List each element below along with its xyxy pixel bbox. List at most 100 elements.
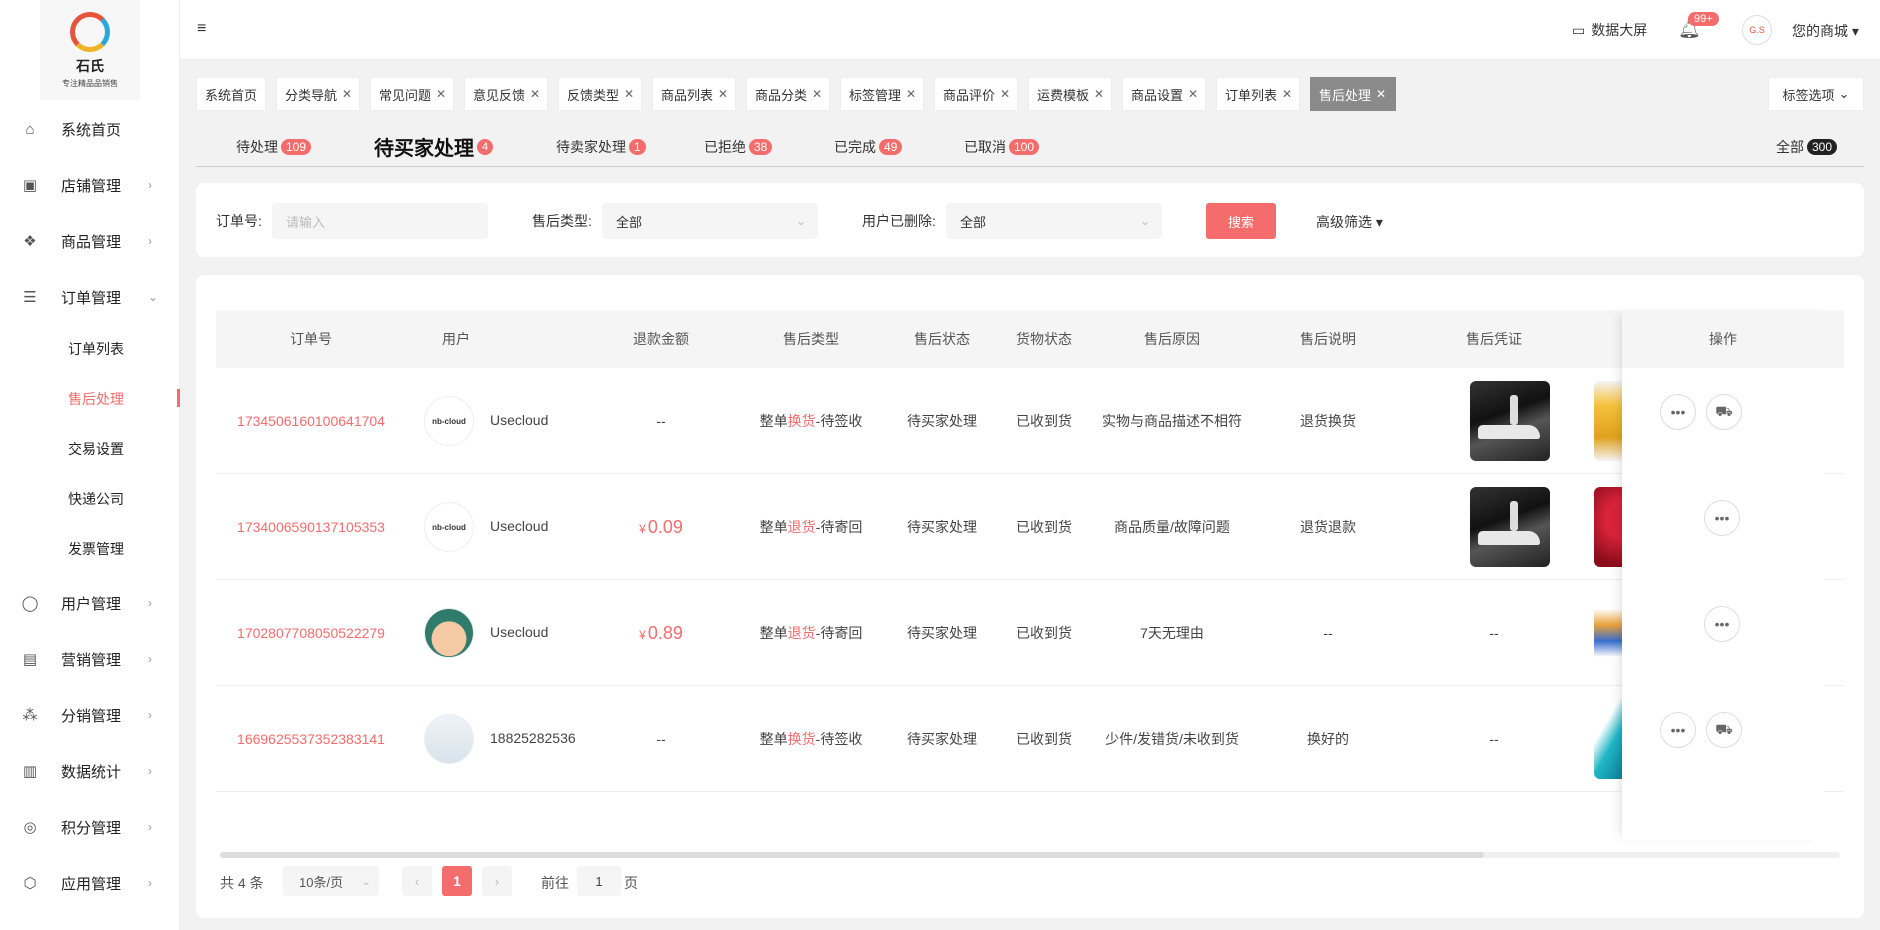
sidebar-subitem-trade-settings[interactable]: 交易设置 bbox=[0, 431, 180, 467]
tab-count-badge: 38 bbox=[749, 139, 773, 155]
sidebar-subitem-courier[interactable]: 快递公司 bbox=[0, 481, 180, 517]
close-icon[interactable]: ✕ bbox=[1376, 87, 1386, 101]
sidebar-item-label: 用户管理 bbox=[61, 595, 122, 613]
close-icon[interactable]: ✕ bbox=[1000, 87, 1010, 101]
tag-faq[interactable]: 常见问题 ✕ bbox=[370, 77, 454, 111]
close-icon[interactable]: ✕ bbox=[1188, 87, 1198, 101]
tab-waiting-seller[interactable]: 待卖家处理 1 bbox=[556, 137, 646, 157]
tag-freight-template[interactable]: 运费模板 ✕ bbox=[1028, 77, 1112, 111]
sidebar-item-marketing[interactable]: ▤ 营销管理 › bbox=[0, 639, 180, 679]
refund-amount: -- bbox=[656, 731, 666, 747]
tag-feedback[interactable]: 意见反馈 ✕ bbox=[464, 77, 548, 111]
sidebar-subitem-after-sales[interactable]: 售后处理 bbox=[0, 381, 180, 417]
user-name: Usecloud bbox=[490, 518, 549, 534]
tag-goods-list[interactable]: 商品列表 ✕ bbox=[652, 77, 736, 111]
avatar: nb-cloud bbox=[424, 396, 474, 446]
tag-order-list[interactable]: 订单列表 ✕ bbox=[1216, 77, 1300, 111]
refund-amount-value: 0.89 bbox=[647, 622, 683, 643]
tab-completed[interactable]: 已完成 49 bbox=[834, 137, 903, 157]
close-icon[interactable]: ✕ bbox=[1094, 87, 1104, 101]
tag-options-dropdown[interactable]: 标签选项 ⌄ bbox=[1768, 77, 1864, 111]
close-icon[interactable]: ✕ bbox=[530, 87, 540, 101]
tab-rejected[interactable]: 已拒绝 38 bbox=[704, 137, 773, 157]
evidence-image[interactable] bbox=[1470, 381, 1550, 461]
goods-status: 已收到货 bbox=[1016, 731, 1072, 747]
horizontal-scrollbar[interactable] bbox=[220, 852, 1840, 858]
avatar[interactable]: G.S bbox=[1742, 15, 1772, 45]
tab-all[interactable]: 全部 300 bbox=[1776, 137, 1838, 157]
user-icon: ◯ bbox=[21, 595, 39, 612]
tag-goods-review[interactable]: 商品评价 ✕ bbox=[934, 77, 1018, 111]
more-actions-button[interactable]: ••• bbox=[1660, 394, 1696, 430]
sidebar-item-orders[interactable]: ☰ 订单管理 ⌄ bbox=[0, 277, 180, 317]
tab-cancelled[interactable]: 已取消 100 bbox=[964, 137, 1040, 157]
sidebar-item-label: 应用管理 bbox=[61, 875, 122, 893]
more-actions-button[interactable]: ••• bbox=[1704, 500, 1740, 536]
close-icon[interactable]: ✕ bbox=[906, 87, 916, 101]
scrollbar-thumb[interactable] bbox=[220, 852, 1484, 858]
menu-toggle-icon[interactable]: ≡ bbox=[197, 20, 206, 38]
tab-pending[interactable]: 待处理 109 bbox=[236, 137, 312, 157]
order-no-link[interactable]: 1702807708050522279 bbox=[216, 580, 406, 686]
close-icon[interactable]: ✕ bbox=[1282, 87, 1292, 101]
next-page-button[interactable]: › bbox=[482, 866, 512, 896]
sidebar-item-users[interactable]: ◯ 用户管理 › bbox=[0, 583, 180, 623]
logistics-button[interactable]: ⛟ bbox=[1706, 712, 1742, 748]
data-screen-link[interactable]: ▭ 数据大屏 bbox=[1572, 20, 1647, 40]
goto-suffix: 页 bbox=[624, 875, 638, 891]
sidebar-item-store[interactable]: ▣ 店铺管理 › bbox=[0, 165, 180, 205]
prev-page-button[interactable]: ‹ bbox=[402, 866, 432, 896]
more-actions-button[interactable]: ••• bbox=[1660, 712, 1696, 748]
tag-feedback-type[interactable]: 反馈类型 ✕ bbox=[558, 77, 642, 111]
shop-dropdown[interactable]: 您的商城 ▾ bbox=[1792, 21, 1859, 41]
advanced-filter-toggle[interactable]: 高级筛选 ▾ bbox=[1316, 212, 1383, 232]
tag-after-sales[interactable]: 售后处理 ✕ bbox=[1310, 77, 1396, 111]
tag-label-manage[interactable]: 标签管理 ✕ bbox=[840, 77, 924, 111]
close-icon[interactable]: ✕ bbox=[342, 87, 352, 101]
sidebar-item-label: 商品管理 bbox=[61, 233, 122, 251]
close-icon[interactable]: ✕ bbox=[624, 87, 634, 101]
after-sales-note: -- bbox=[1323, 625, 1333, 641]
sidebar-item-home[interactable]: ⌂ 系统首页 bbox=[0, 109, 180, 149]
after-sales-status: 待买家处理 bbox=[907, 625, 977, 641]
close-icon[interactable]: ✕ bbox=[812, 87, 822, 101]
page-size-select[interactable]: 10条/页 ⌄ bbox=[283, 866, 379, 896]
order-no-link[interactable]: 1669625537352383141 bbox=[216, 686, 406, 792]
sidebar-item-apps[interactable]: ⬡ 应用管理 › bbox=[0, 863, 180, 903]
close-icon[interactable]: ✕ bbox=[718, 87, 728, 101]
after-sales-reason: 商品质量/故障问题 bbox=[1114, 519, 1230, 535]
goods-icon: ❖ bbox=[23, 233, 37, 250]
sidebar-item-points[interactable]: ◎ 积分管理 › bbox=[0, 807, 180, 847]
logistics-button[interactable]: ⛟ bbox=[1706, 394, 1742, 430]
order-no-link[interactable]: 1734006590137105353 bbox=[216, 474, 406, 580]
chevron-right-icon: › bbox=[148, 876, 152, 890]
search-button[interactable]: 搜索 bbox=[1206, 203, 1276, 239]
chevron-down-icon: ⌄ bbox=[148, 290, 159, 304]
sidebar-subitem-order-list[interactable]: 订单列表 bbox=[0, 331, 180, 367]
user-deleted-select[interactable]: 全部 ⌄ bbox=[946, 203, 1162, 239]
sidebar-item-stats[interactable]: ▥ 数据统计 › bbox=[0, 751, 180, 791]
tag-goods-settings[interactable]: 商品设置 ✕ bbox=[1122, 77, 1206, 111]
more-actions-button[interactable]: ••• bbox=[1704, 606, 1740, 642]
tag-goods-category[interactable]: 商品分类 ✕ bbox=[746, 77, 830, 111]
order-no-input[interactable]: 请输入 bbox=[272, 203, 488, 239]
after-sales-type-select[interactable]: 全部 ⌄ bbox=[602, 203, 818, 239]
sidebar-item-distribution[interactable]: ⁂ 分销管理 › bbox=[0, 695, 180, 735]
sidebar-subitem-invoice[interactable]: 发票管理 bbox=[0, 531, 180, 567]
chevron-left-icon: ‹ bbox=[414, 873, 420, 889]
type-prefix: 整单 bbox=[759, 625, 788, 641]
tag-category-nav[interactable]: 分类导航 ✕ bbox=[276, 77, 360, 111]
page-number-current[interactable]: 1 bbox=[442, 866, 472, 896]
sidebar-item-goods[interactable]: ❖ 商品管理 › bbox=[0, 221, 180, 261]
close-icon[interactable]: ✕ bbox=[436, 87, 446, 101]
tab-waiting-buyer[interactable]: 待买家处理 4 bbox=[374, 132, 494, 161]
evidence-image[interactable] bbox=[1470, 487, 1550, 567]
tab-label: 已完成 bbox=[834, 139, 876, 155]
brand-logo[interactable]: 石氏 专注精品品销售 bbox=[40, 0, 140, 100]
goto-page-input[interactable]: 1 bbox=[577, 866, 621, 896]
order-no-link[interactable]: 1734506160100641704 bbox=[216, 368, 406, 474]
table-header: 订单号 用户 退款金额 售后类型 售后状态 货物状态 售后原因 售后说明 售后凭… bbox=[216, 310, 1844, 368]
tag-home[interactable]: 系统首页 bbox=[196, 77, 266, 111]
tab-label: 已拒绝 bbox=[704, 139, 746, 155]
distribution-icon: ⁂ bbox=[22, 707, 38, 724]
